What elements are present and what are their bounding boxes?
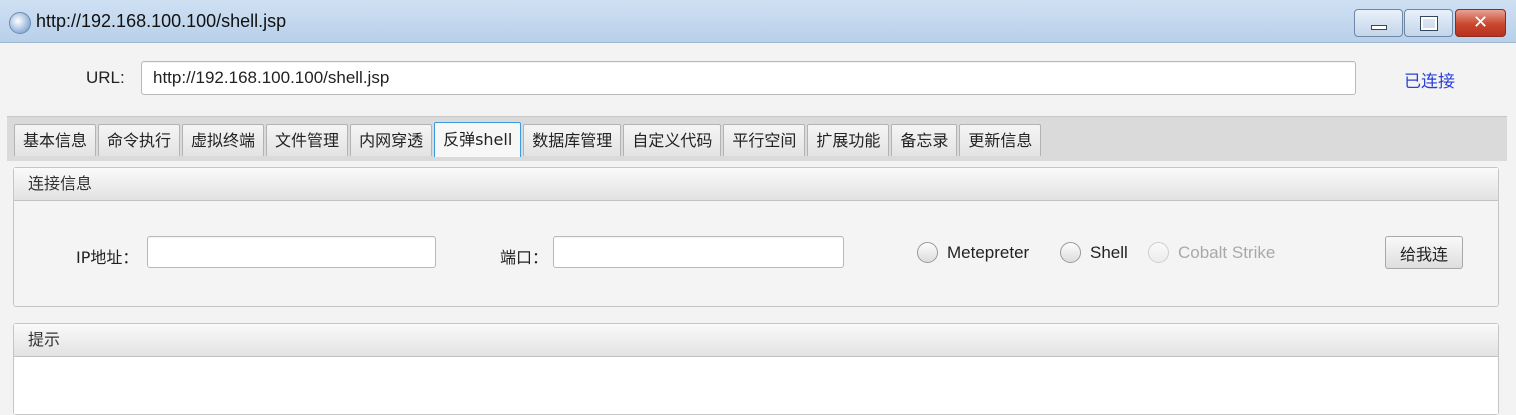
url-input[interactable] — [141, 61, 1356, 95]
tab-bar: 基本信息 命令执行 虚拟终端 文件管理 内网穿透 反弹shell 数据库管理 自… — [14, 122, 1043, 157]
tab-intranet-tunnel[interactable]: 内网穿透 — [350, 124, 433, 156]
radio-shell[interactable]: Shell — [1060, 242, 1128, 263]
hint-panel-title: 提示 — [14, 324, 1498, 357]
close-button[interactable]: ✕ — [1455, 9, 1506, 37]
tab-custom-code[interactable]: 自定义代码 — [623, 124, 722, 156]
port-input[interactable] — [553, 236, 844, 268]
connection-status: 已连接 — [1404, 72, 1455, 92]
ip-input[interactable] — [147, 236, 436, 268]
window-title: http://192.168.100.100/shell.jsp — [36, 11, 287, 31]
hint-panel: 提示 — [13, 323, 1499, 415]
port-label: 端口： — [500, 248, 549, 267]
minimize-button[interactable] — [1354, 9, 1403, 37]
maximize-button[interactable] — [1404, 9, 1453, 37]
radio-cobalt-strike: Cobalt Strike — [1148, 242, 1275, 263]
close-icon: ✕ — [1472, 12, 1489, 33]
globe-icon — [9, 12, 31, 34]
tab-basic-info[interactable]: 基本信息 — [14, 124, 97, 156]
hint-text-area[interactable] — [14, 357, 1498, 414]
radio-label: Metepreter — [947, 242, 1030, 262]
tab-virtual-terminal[interactable]: 虚拟终端 — [182, 124, 265, 156]
title-bar: http://192.168.100.100/shell.jsp ✕ — [0, 0, 1516, 43]
connect-button[interactable]: 给我连 — [1385, 236, 1463, 269]
radio-metepreter[interactable]: Metepreter — [917, 242, 1029, 263]
tab-parallel-space[interactable]: 平行空间 — [723, 124, 806, 156]
radio-label: Cobalt Strike — [1178, 242, 1276, 262]
tab-database-manager[interactable]: 数据库管理 — [523, 124, 622, 156]
url-label: URL: — [86, 68, 125, 87]
tab-reverse-shell[interactable]: 反弹shell — [434, 122, 522, 157]
maximize-icon — [1419, 15, 1438, 31]
radio-label: Shell — [1090, 242, 1128, 262]
tab-file-manager[interactable]: 文件管理 — [266, 124, 349, 156]
connection-panel-title: 连接信息 — [14, 168, 1498, 201]
tab-memo[interactable]: 备忘录 — [891, 124, 958, 156]
radio-circle-icon — [1148, 242, 1169, 263]
minimize-icon — [1370, 24, 1387, 30]
ip-label: IP地址： — [76, 248, 139, 267]
tab-command-exec[interactable]: 命令执行 — [98, 124, 181, 156]
tab-update-info[interactable]: 更新信息 — [959, 124, 1042, 156]
radio-circle-icon[interactable] — [917, 242, 938, 263]
radio-circle-icon[interactable] — [1060, 242, 1081, 263]
tab-extensions[interactable]: 扩展功能 — [807, 124, 890, 156]
